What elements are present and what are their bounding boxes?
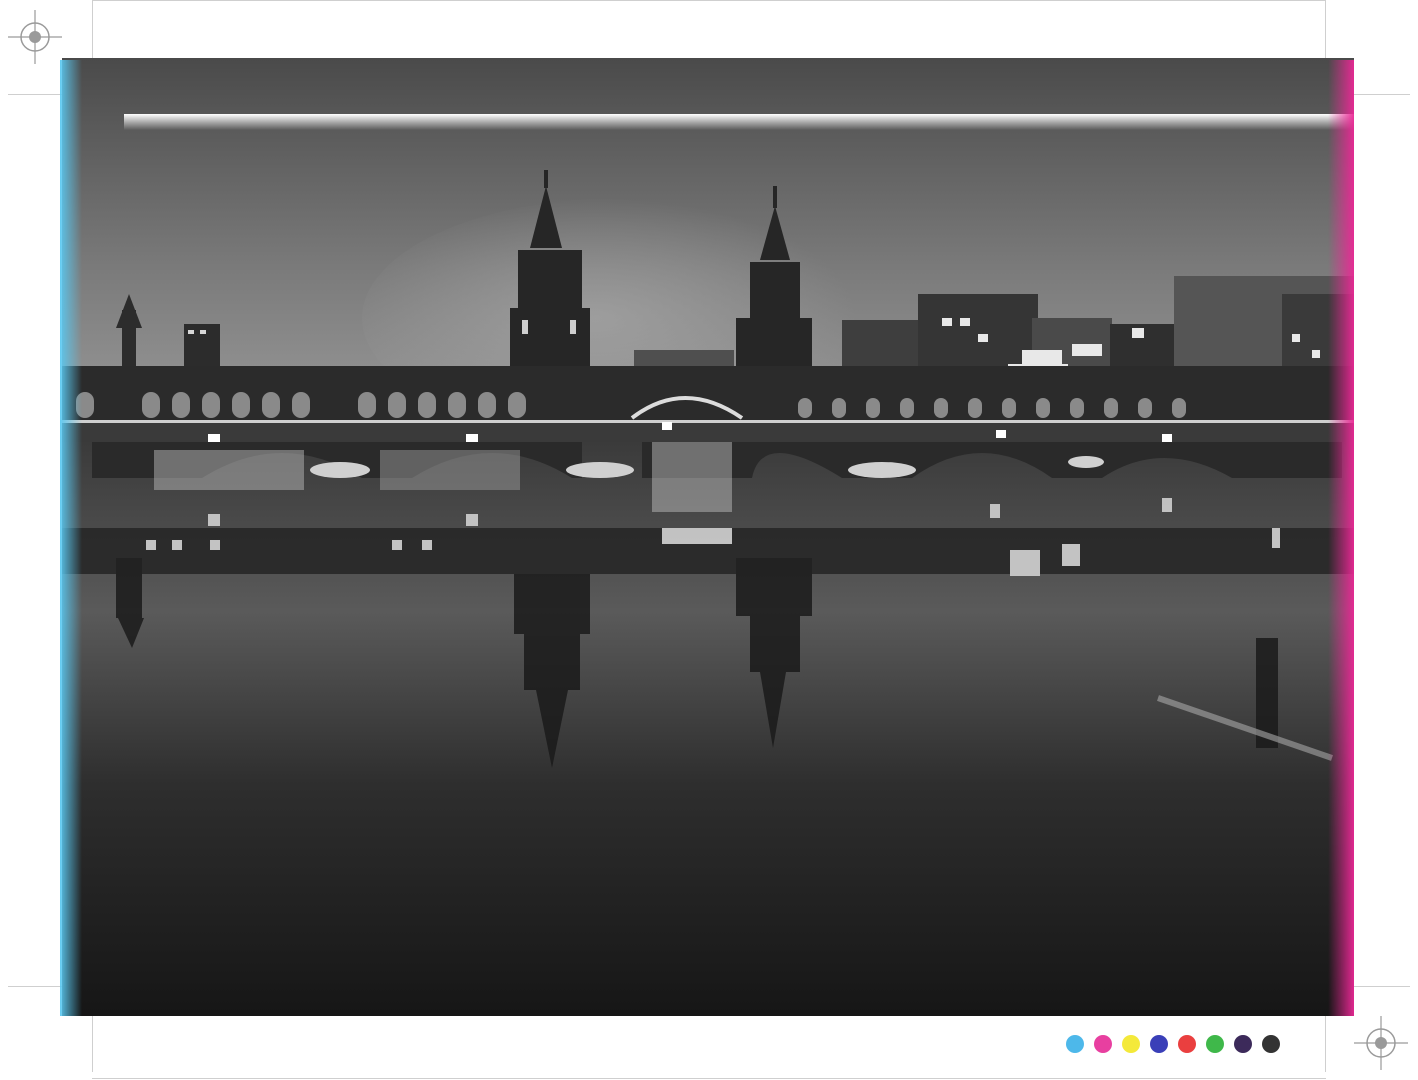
- trim-line-left-h-bottom: [8, 986, 64, 987]
- trim-line-right-h-bottom: [1354, 986, 1410, 987]
- trim-line-left-v: [92, 0, 93, 62]
- swatch-cyan: [1066, 1035, 1084, 1053]
- cyan-edge-tint: [60, 60, 82, 1016]
- trim-line-bottom: [92, 1078, 1326, 1079]
- trim-line-left-h-top: [8, 94, 64, 95]
- swatch-red: [1178, 1035, 1196, 1053]
- registration-mark-bottom-right-icon: [1354, 1016, 1408, 1070]
- swatch-magenta: [1094, 1035, 1112, 1053]
- trim-line-right-v-bottom: [1325, 1016, 1326, 1072]
- color-swatches: [1066, 1035, 1280, 1053]
- frame-edge-top: [124, 114, 1354, 130]
- photograph: [62, 58, 1354, 1016]
- bridge-scene: [62, 58, 1354, 1016]
- trim-line-left-v-bottom: [92, 1016, 93, 1072]
- swatch-mixed-overlap: [1234, 1035, 1252, 1053]
- trim-line-right-v: [1325, 0, 1326, 62]
- bridge-gallery: [62, 366, 1354, 422]
- registration-mark-top-left-icon: [8, 10, 62, 64]
- swatch-black: [1262, 1035, 1280, 1053]
- swatch-blue-overlap: [1150, 1035, 1168, 1053]
- bridge-deck: [62, 422, 1354, 442]
- trim-line-top: [92, 0, 1326, 1]
- magenta-edge-tint: [1328, 60, 1354, 1016]
- swatch-yellow: [1122, 1035, 1140, 1053]
- river-water: [62, 438, 1354, 1016]
- swatch-green: [1206, 1035, 1224, 1053]
- trim-line-right-h-top: [1354, 94, 1410, 95]
